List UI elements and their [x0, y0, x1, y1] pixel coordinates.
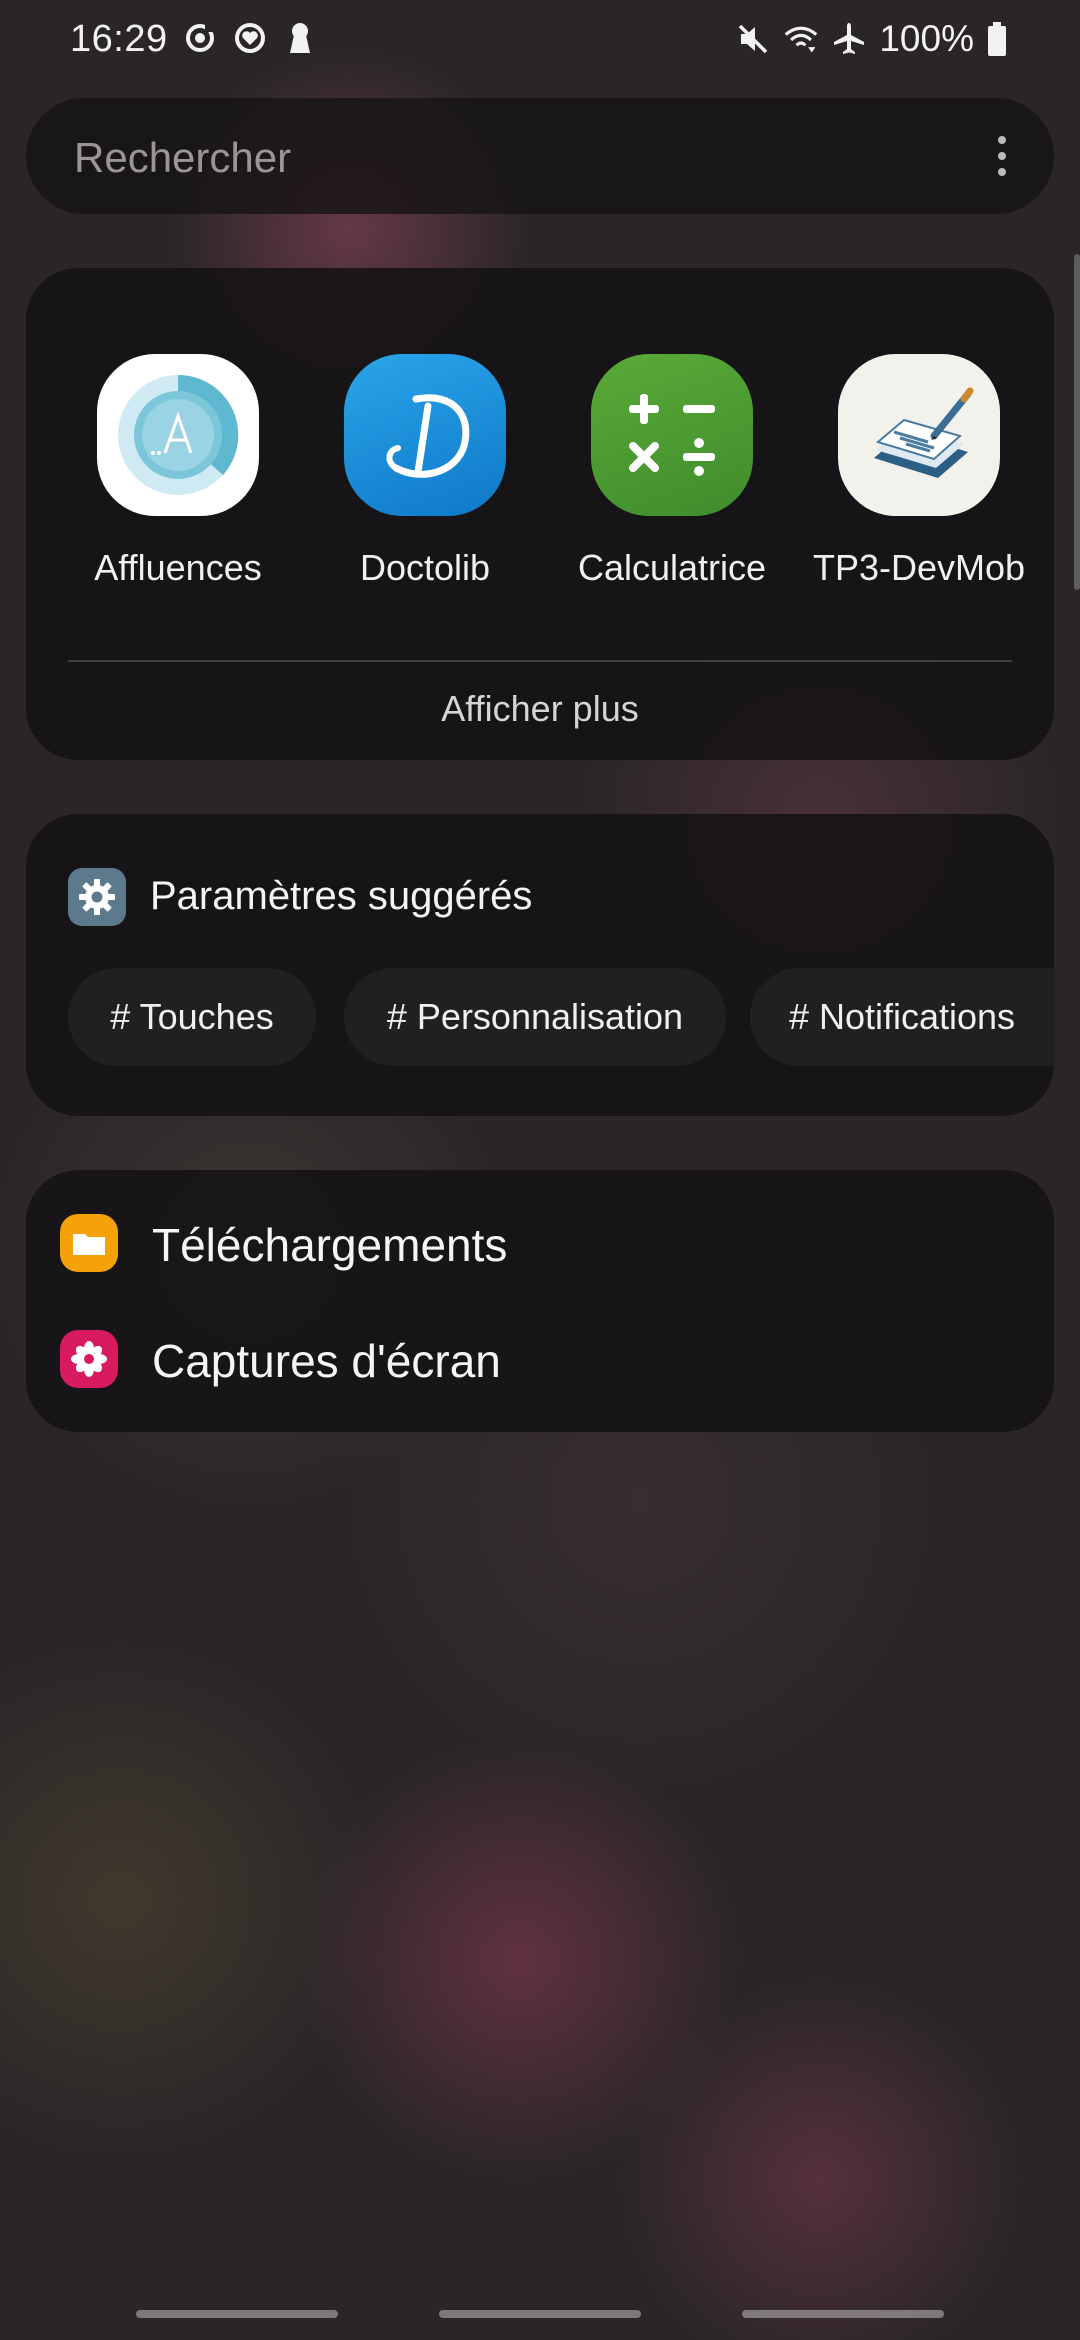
folders-card: Téléchargements Captures d'écran: [26, 1170, 1054, 1432]
calculator-app-icon: [591, 354, 753, 516]
app-affluences[interactable]: Affluences: [68, 354, 288, 589]
folder-label: Téléchargements: [152, 1219, 508, 1271]
suggested-apps-card: Affluences Doctolib Calculatrice TP3-Dev…: [26, 268, 1054, 760]
folder-downloads[interactable]: Téléchargements: [26, 1194, 1054, 1294]
wifi-icon: [783, 21, 819, 57]
search-bar[interactable]: Rechercher: [26, 98, 1054, 214]
search-input[interactable]: Rechercher: [74, 134, 291, 182]
nav-handle-right[interactable]: [742, 2310, 944, 2318]
sync-icon: [182, 20, 218, 56]
doctolib-app-icon: [344, 354, 506, 516]
app-label: Doctolib: [359, 547, 491, 588]
suggested-settings-title: Paramètres suggérés: [150, 874, 533, 918]
chip-touches[interactable]: # Touches: [68, 968, 316, 1066]
app-label: Calculatrice: [577, 547, 767, 588]
folder-label: Captures d'écran: [152, 1335, 501, 1387]
battery-percentage: 100%: [879, 18, 974, 59]
app-doctolib[interactable]: Doctolib: [315, 354, 535, 589]
nav-handle-left[interactable]: [136, 2310, 338, 2318]
show-more-button[interactable]: Afficher plus: [26, 688, 1054, 730]
folder-icon: [60, 1214, 118, 1272]
app-calculatrice[interactable]: Calculatrice: [562, 354, 782, 589]
battery-icon: [986, 21, 1008, 57]
status-time: 16:29: [70, 18, 168, 60]
mute-icon: [735, 21, 771, 57]
heart-shield-icon: [232, 20, 268, 56]
app-label: Affluences: [94, 547, 262, 588]
scrollbar[interactable]: [1074, 254, 1080, 590]
notes-app-icon: [838, 354, 1000, 516]
affluences-app-icon: [97, 354, 259, 516]
keyhole-icon: [282, 20, 318, 56]
flower-icon: [60, 1330, 118, 1388]
navigation-bar: [0, 2310, 1080, 2324]
more-vertical-icon[interactable]: [996, 134, 1008, 178]
chip-notifications[interactable]: # Notifications: [750, 968, 1054, 1066]
status-left-icons: [182, 20, 318, 56]
nav-handle-center[interactable]: [439, 2310, 641, 2318]
gear-icon: [68, 868, 126, 926]
status-right-icons: 100%: [735, 18, 1008, 60]
suggested-settings-card: Paramètres suggérés # Touches # Personna…: [26, 814, 1054, 1116]
app-label: TP3-DevMob: [812, 547, 1026, 588]
chip-personnalisation[interactable]: # Personnalisation: [344, 968, 726, 1066]
divider: [68, 660, 1012, 662]
status-bar: 16:29 100%: [0, 0, 1080, 80]
app-tp3-devmob[interactable]: TP3-DevMob: [809, 354, 1029, 589]
folder-screenshots[interactable]: Captures d'écran: [26, 1310, 1054, 1410]
airplane-icon: [831, 21, 867, 57]
